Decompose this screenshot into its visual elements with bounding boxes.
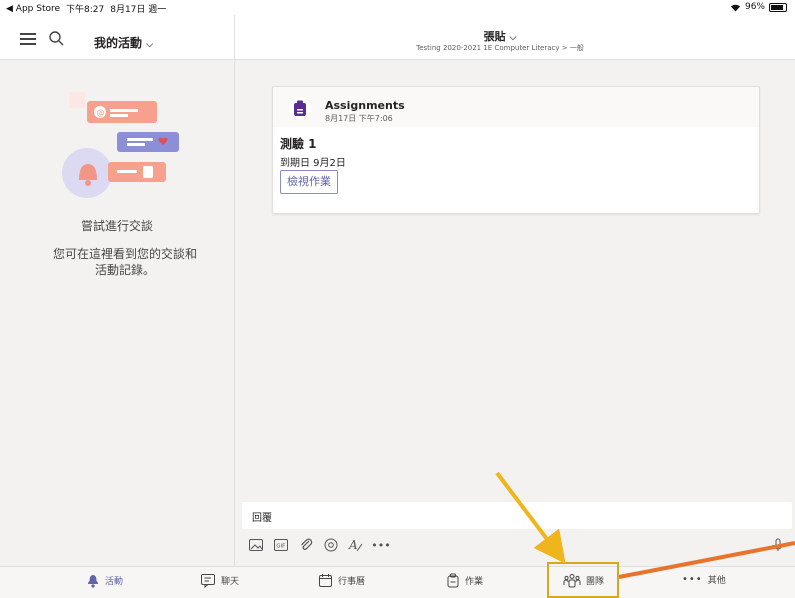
tab-label: 聊天 (221, 577, 240, 587)
assignment-card-body: 測驗 1 到期日 9月2日 檢視作業 (273, 129, 733, 203)
microphone-icon[interactable] (772, 538, 784, 552)
chevron-down-icon: ⌵ (146, 40, 154, 50)
bell-icon (88, 575, 98, 588)
svg-text:@: @ (97, 108, 105, 117)
assignments-icon (447, 573, 459, 588)
assignment-due-date: 到期日 9月2日 (280, 158, 346, 169)
hamburger-menu-icon[interactable] (20, 33, 36, 45)
empty-state-illustration: @ (62, 92, 179, 198)
image-icon[interactable] (248, 537, 264, 553)
view-assignment-button[interactable]: 檢視作業 (280, 170, 338, 194)
post-timestamp: 8月17日 下午7:06 (325, 114, 393, 123)
compose-toolbar: GIF A ••• (248, 537, 391, 553)
status-bar: ◀ App Store 下午8:27 8月17日 週一 96% (0, 0, 795, 15)
battery-icon (769, 2, 787, 12)
svg-text:GIF: GIF (276, 544, 285, 550)
more-icon: ••• (682, 574, 703, 585)
assignments-app-icon (289, 97, 311, 119)
activity-header: 我的活動 ⌵ (0, 15, 234, 60)
tab-chat[interactable]: 聊天 (200, 573, 239, 588)
empty-state-title: 嘗試進行交談 (80, 219, 153, 233)
channel-name-dropdown[interactable]: 張貼 ⌵ (235, 28, 765, 44)
post-app-name: Assignments (325, 99, 405, 112)
chevron-down-icon: ⌵ (509, 33, 517, 43)
chat-icon (201, 574, 215, 588)
status-time: 下午8:27 (66, 5, 105, 15)
bottom-tab-bar: 活動 聊天 行事曆 作業 團隊 ••• 其他 (0, 566, 795, 598)
attach-icon[interactable] (298, 537, 314, 553)
mention-icon[interactable] (323, 537, 339, 553)
channel-header: 張貼 ⌵ Testing 2020-2021 1E Computer Liter… (235, 15, 795, 60)
tab-label: 作業 (465, 577, 484, 587)
tab-label: 其他 (707, 576, 726, 586)
back-to-app-store[interactable]: ◀ App Store (6, 4, 60, 14)
post-header: Assignments 8月17日 下午7:06 (273, 87, 759, 127)
tab-label: 活動 (105, 577, 124, 587)
empty-state-body: 您可在這裡看到您的交談和活動記錄。 (52, 247, 197, 277)
battery-percent: 96% (744, 2, 765, 12)
tab-label: 行事曆 (338, 577, 366, 587)
svg-text:A: A (348, 538, 358, 552)
tab-more[interactable]: ••• 其他 (682, 573, 726, 586)
wifi-icon (730, 4, 740, 11)
teams-ipad-screen: ◀ App Store 下午8:27 8月17日 週一 96% 我的活動 ⌵ @ (0, 0, 795, 598)
assignment-post-card: Assignments 8月17日 下午7:06 測驗 1 到期日 9月2日 檢… (272, 86, 760, 214)
calendar-icon (319, 574, 332, 587)
format-text-icon[interactable]: A (348, 537, 364, 553)
reply-box[interactable]: 回覆 (242, 502, 792, 529)
activity-filter-dropdown[interactable]: 我的活動 ⌵ (94, 34, 153, 51)
channel-name: 張貼 (483, 30, 506, 43)
teams-tab-highlight-box (547, 562, 619, 598)
tab-activity[interactable]: 活動 (86, 573, 123, 588)
search-icon[interactable] (48, 30, 64, 46)
more-options-icon[interactable]: ••• (371, 537, 390, 553)
activity-title: 我的活動 (94, 36, 143, 50)
channel-breadcrumb: Testing 2020-2021 1E Computer Literacy >… (416, 44, 584, 52)
status-date: 8月17日 週一 (110, 5, 167, 15)
activity-pane: 我的活動 ⌵ @ 嘗試進行交談 您可在這裡看到您的交談和活動記錄。 (0, 15, 235, 566)
reply-placeholder: 回覆 (252, 513, 272, 524)
gif-icon[interactable]: GIF (273, 537, 289, 553)
tab-assignments[interactable]: 作業 (446, 573, 483, 588)
assignment-title: 測驗 1 (280, 137, 317, 151)
tab-calendar[interactable]: 行事曆 (318, 573, 365, 588)
